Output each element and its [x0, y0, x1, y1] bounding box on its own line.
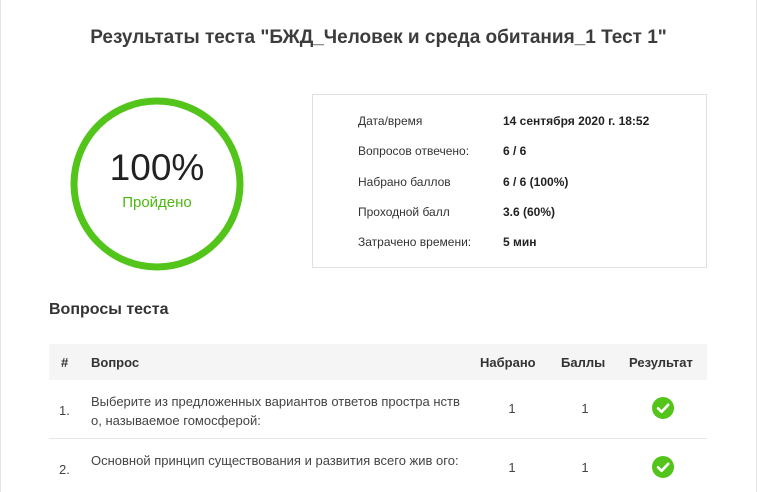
header-num: # — [61, 355, 69, 370]
header-scored: Набрано — [480, 355, 536, 370]
info-row-time: Затрачено времени: 5 мин — [358, 235, 696, 255]
header-points: Баллы — [561, 355, 606, 370]
info-value: 3.6 (60%) — [503, 205, 556, 219]
score-circle: 100% Пройдено — [68, 95, 246, 273]
info-value: 6 / 6 — [503, 144, 527, 158]
test-info-panel: Дата/время 14 сентября 2020 г. 18:52 Воп… — [312, 94, 707, 268]
check-circle-icon — [652, 397, 674, 419]
info-label: Затрачено времени: — [358, 235, 472, 249]
info-label: Вопросов отвечено: — [358, 144, 470, 158]
info-row-datetime: Дата/время 14 сентября 2020 г. 18:52 — [358, 114, 696, 134]
page-title: Результаты теста "БЖД_Человек и среда об… — [90, 27, 667, 48]
table-header: # Вопрос Набрано Баллы Результат — [49, 344, 707, 380]
table-row[interactable]: 2. Основной принцип существования и разв… — [49, 439, 707, 492]
info-row-answered: Вопросов отвечено: 6 / 6 — [358, 144, 696, 164]
info-row-scored: Набрано баллов 6 / 6 (100%) — [358, 175, 696, 195]
question-scored: 1 — [508, 460, 516, 475]
info-value: 5 мин — [503, 235, 537, 249]
table-row[interactable]: 1. Выберите из предложенных вариантов от… — [49, 380, 707, 439]
question-number: 2. — [59, 462, 70, 477]
info-value: 6 / 6 (100%) — [503, 175, 569, 189]
info-value: 14 сентября 2020 г. 18:52 — [503, 114, 650, 128]
questions-table: # Вопрос Набрано Баллы Результат 1. Выбе… — [49, 344, 707, 492]
info-label: Дата/время — [358, 114, 423, 128]
question-text[interactable]: Выберите из предложенных вариантов ответ… — [91, 392, 461, 430]
score-status: Пройдено — [122, 194, 192, 211]
question-scored: 1 — [508, 401, 516, 416]
header-question: Вопрос — [91, 355, 140, 370]
question-points: 1 — [581, 460, 589, 475]
questions-section-title: Вопросы теста — [49, 301, 169, 318]
info-label: Проходной балл — [358, 205, 450, 219]
info-row-passing: Проходной балл 3.6 (60%) — [358, 205, 696, 225]
question-text[interactable]: Основной принцип существования и развити… — [91, 451, 461, 470]
header-result: Результат — [629, 355, 693, 370]
score-percent: 100% — [109, 147, 205, 188]
results-page: Результаты теста "БЖД_Человек и среда об… — [0, 0, 757, 492]
info-label: Набрано баллов — [358, 175, 451, 189]
check-circle-icon — [652, 456, 674, 478]
question-number: 1. — [59, 403, 70, 418]
question-points: 1 — [581, 401, 589, 416]
